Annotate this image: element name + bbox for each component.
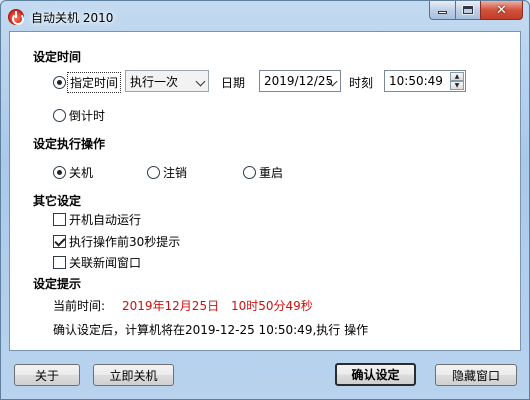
maximize-button[interactable] [455, 1, 480, 20]
countdown-label: 倒计时 [69, 109, 106, 123]
spin-up-button[interactable]: ▲ [450, 72, 464, 81]
action-logoff-label: 注销 [163, 166, 188, 180]
date-label: 日期 [221, 76, 246, 90]
current-date-value: 2019年12月25日 [122, 299, 220, 313]
action-restart-radio[interactable]: 重启 [243, 164, 283, 181]
news-window-label: 关联新闻窗口 [69, 256, 142, 270]
action-heading: 设定执行操作 [33, 137, 106, 151]
checkbox-indicator [53, 235, 66, 248]
specified-time-radio[interactable]: 指定时间 [53, 72, 122, 93]
spin-buttons: ▲ ▼ [450, 72, 464, 90]
time-value: 10:50:49 [389, 74, 443, 88]
radio-indicator [53, 109, 66, 122]
action-shutdown-label: 关机 [69, 166, 94, 180]
repeat-select[interactable]: 执行一次 [125, 70, 209, 92]
minimize-button[interactable] [429, 1, 455, 20]
shutdown-now-button[interactable]: 立即关机 [93, 364, 174, 386]
close-button[interactable]: ✕ [480, 1, 523, 20]
current-clock-value: 10时50分49秒 [231, 299, 313, 313]
checkbox-indicator [53, 256, 66, 269]
radio-indicator [53, 76, 66, 89]
window-title: 自动关机 2010 [31, 11, 114, 25]
action-shutdown-radio[interactable]: 关机 [53, 164, 93, 181]
specified-time-label: 指定时间 [66, 72, 122, 93]
about-button[interactable]: 关于 [14, 364, 80, 386]
confirm-hint-text: 确认设定后，计算机将在2019-12-25 10:50:49,执行 操作 [53, 323, 369, 337]
set-time-heading: 设定时间 [33, 50, 82, 64]
radio-indicator [243, 166, 256, 179]
action-logoff-radio[interactable]: 注销 [147, 164, 187, 181]
app-window: 自动关机 2010 ✕ 设定时间 指定时间 执行一次 日期 2019/12/25 [0, 0, 530, 400]
minimize-icon [438, 11, 447, 14]
close-icon: ✕ [496, 2, 507, 18]
title-bar[interactable]: 自动关机 2010 ✕ [1, 1, 529, 31]
spin-down-button[interactable]: ▼ [450, 81, 464, 90]
repeat-select-value: 执行一次 [130, 74, 179, 89]
warn-30s-label: 执行操作前30秒提示 [69, 235, 181, 249]
hint-heading: 设定提示 [33, 277, 82, 291]
radio-indicator [53, 166, 66, 179]
window-controls: ✕ [429, 1, 523, 21]
main-panel: 设定时间 指定时间 执行一次 日期 2019/12/25 时刻 10:50:49… [9, 31, 521, 351]
warn-30s-checkbox[interactable]: 执行操作前30秒提示 [53, 233, 180, 250]
radio-indicator [147, 166, 160, 179]
autostart-label: 开机自动运行 [69, 213, 142, 227]
time-spinner[interactable]: 10:50:49 ▲ ▼ [384, 70, 466, 92]
current-time-label: 当前时间: [53, 299, 106, 313]
maximize-icon [463, 6, 473, 14]
countdown-radio[interactable]: 倒计时 [53, 107, 105, 124]
confirm-settings-button[interactable]: 确认设定 [335, 363, 416, 386]
chevron-down-icon [195, 76, 206, 87]
other-settings-heading: 其它设定 [33, 194, 82, 208]
power-icon [8, 9, 24, 25]
date-picker[interactable]: 2019/12/25 [259, 70, 341, 92]
checkbox-indicator [53, 213, 66, 226]
date-value: 2019/12/25 [264, 74, 334, 88]
news-window-checkbox[interactable]: 关联新闻窗口 [53, 254, 141, 271]
time-label: 时刻 [349, 76, 374, 90]
autostart-checkbox[interactable]: 开机自动运行 [53, 211, 141, 228]
action-restart-label: 重启 [259, 166, 284, 180]
hide-window-button[interactable]: 隐藏窗口 [435, 364, 517, 386]
